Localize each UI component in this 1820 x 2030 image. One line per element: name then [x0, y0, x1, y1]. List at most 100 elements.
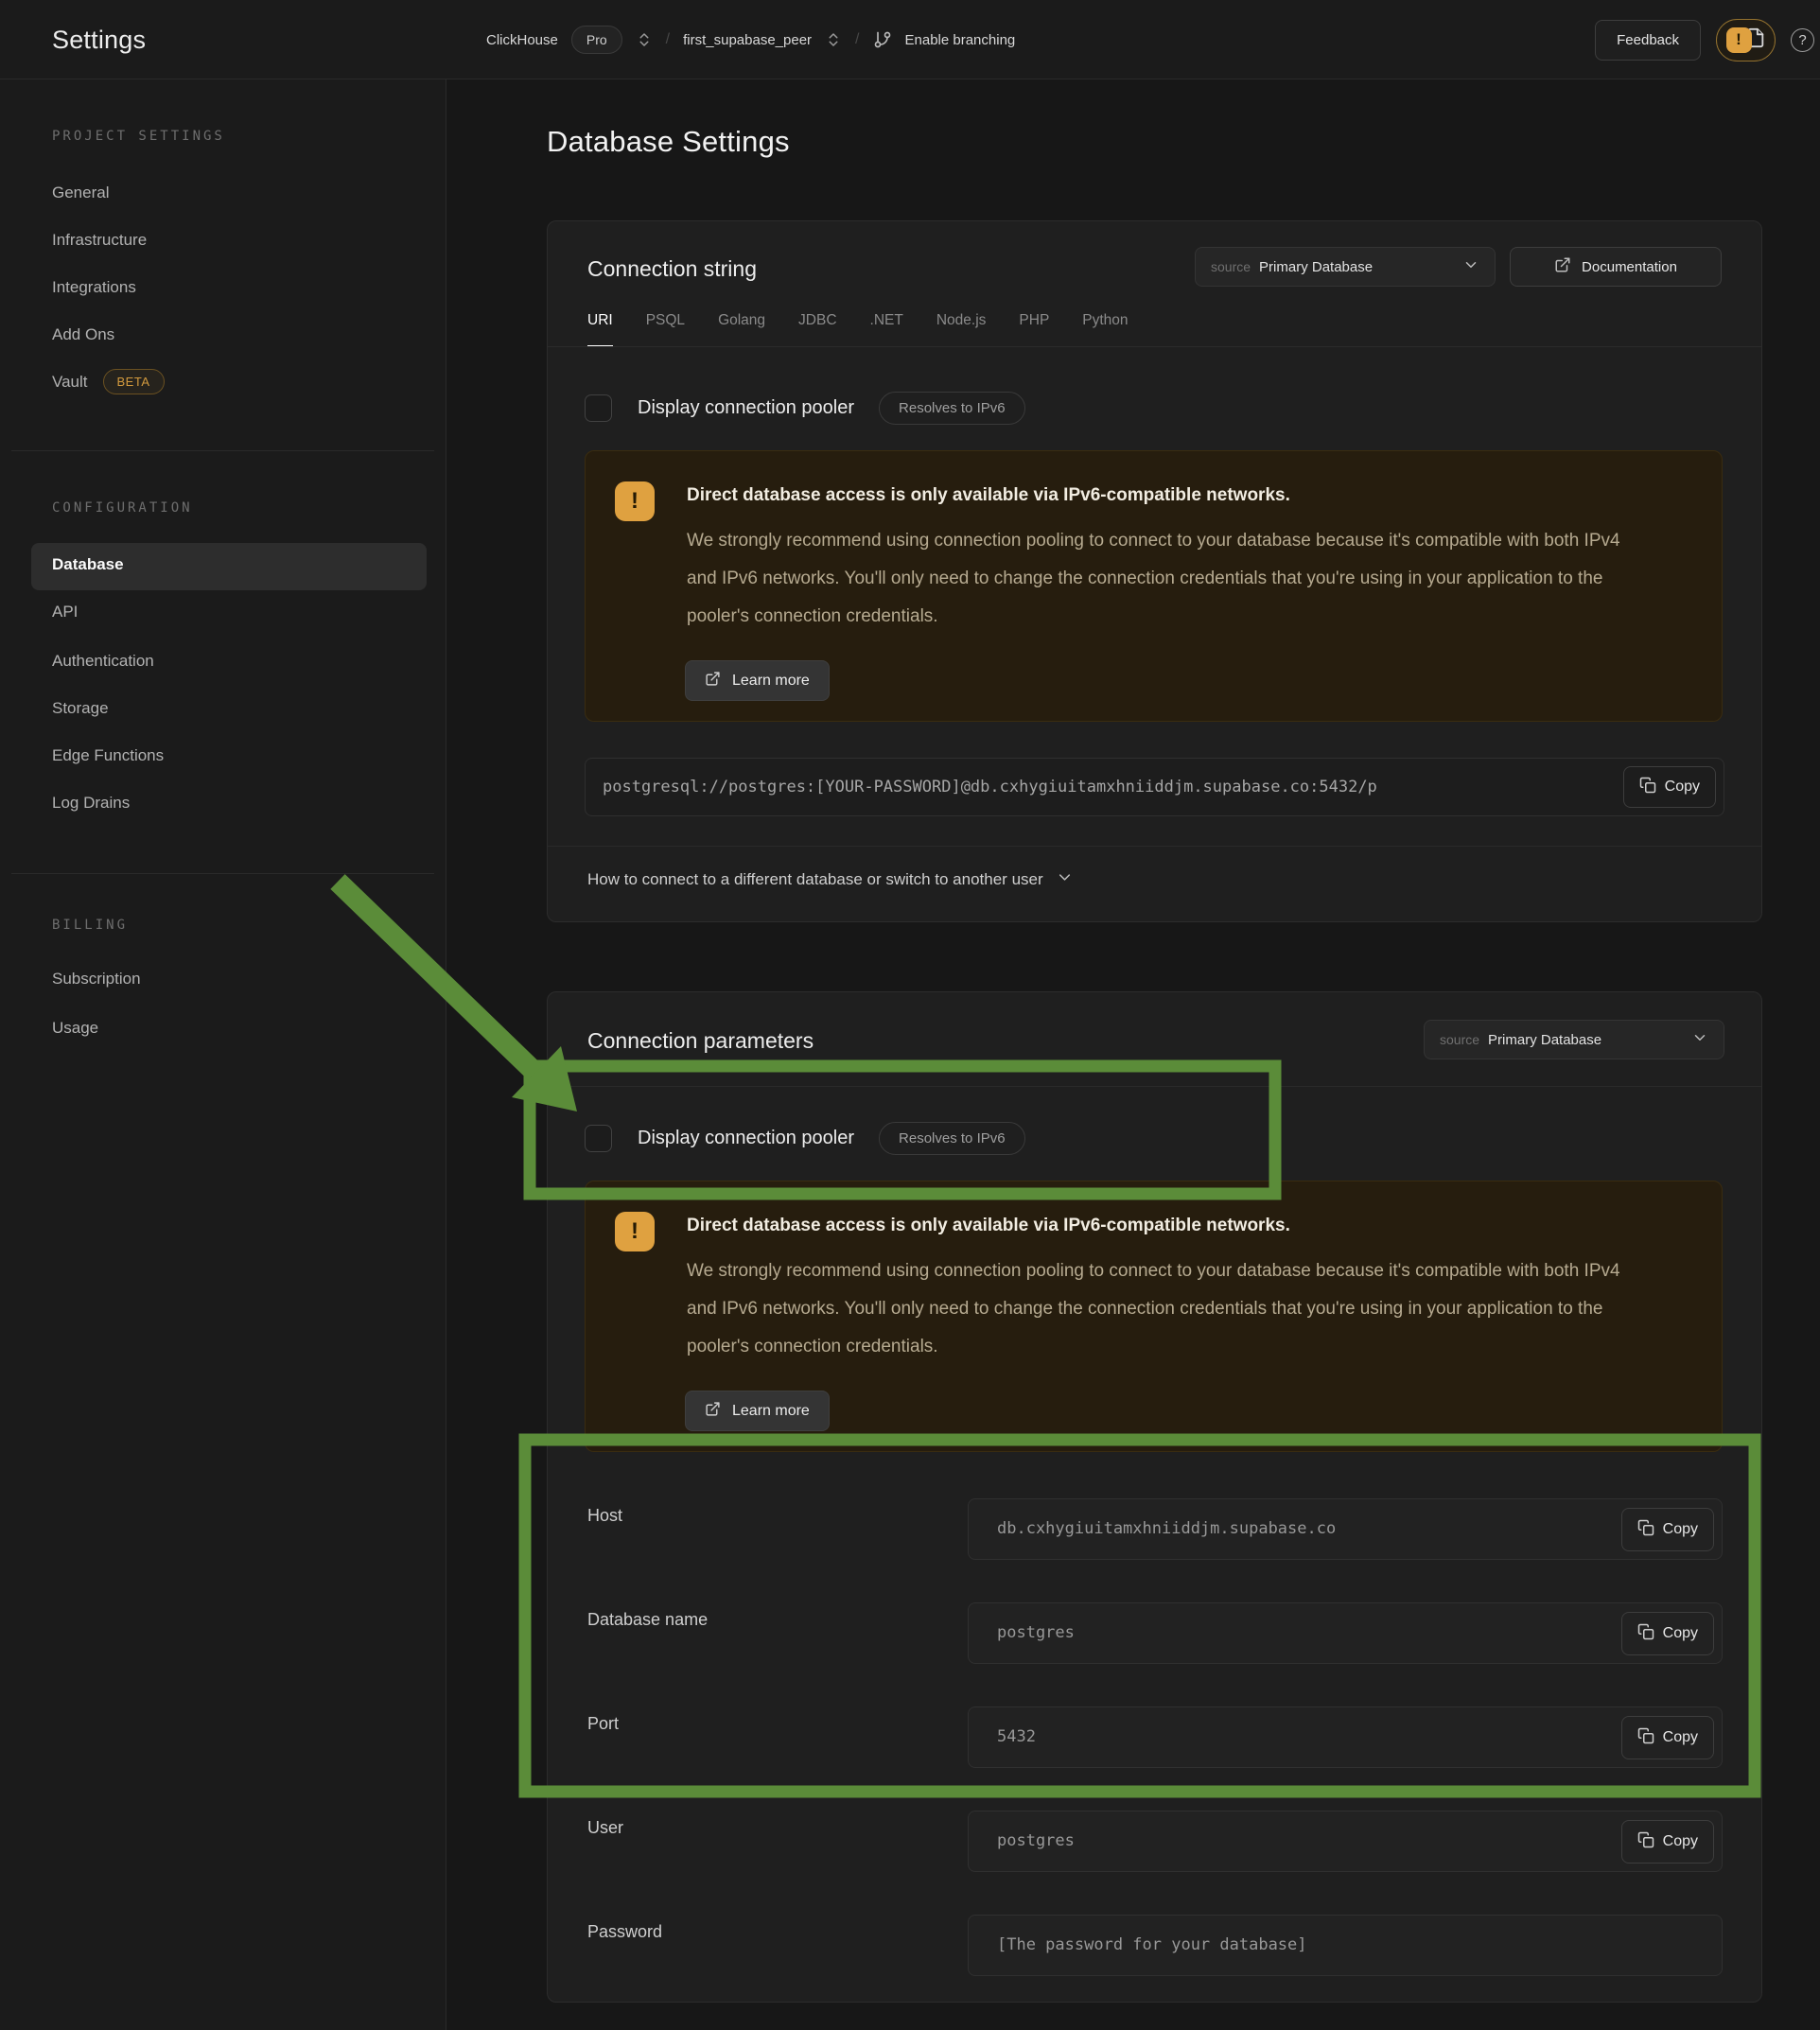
copy-database-name-button[interactable]: Copy	[1621, 1612, 1714, 1655]
connection-type-tabs: URI PSQL Golang JDBC .NET Node.js PHP Py…	[587, 312, 1129, 347]
user-input: postgres Copy	[968, 1811, 1723, 1872]
learn-more-label: Learn more	[732, 1403, 810, 1420]
copy-button-label: Copy	[1663, 1521, 1698, 1538]
documentation-button[interactable]: Documentation	[1510, 247, 1722, 287]
display-connection-pooler-checkbox[interactable]	[585, 394, 612, 422]
sidebar-item-storage[interactable]: Storage	[52, 699, 109, 718]
breadcrumb-org[interactable]: ClickHouse	[486, 32, 558, 48]
ipv6-warning-banner: ! Direct database access is only availab…	[585, 450, 1723, 722]
sidebar-item-log-drains[interactable]: Log Drains	[52, 794, 130, 813]
settings-page: Settings ClickHouse Pro / first_supabase…	[0, 0, 1820, 2030]
card-divider	[548, 346, 1761, 347]
learn-more-label: Learn more	[732, 673, 810, 690]
user-value: postgres	[997, 1811, 1589, 1871]
sidebar-item-usage[interactable]: Usage	[52, 1019, 98, 1038]
resolves-to-ipv6-badge: Resolves to IPv6	[879, 1122, 1025, 1155]
warning-alert-icon: !	[615, 1212, 655, 1251]
sidebar-item-api[interactable]: API	[52, 603, 78, 621]
main-page-title: Database Settings	[547, 125, 790, 159]
plan-badge: Pro	[571, 26, 622, 54]
sidebar: PROJECT SETTINGS General Infrastructure …	[0, 79, 446, 2030]
tab-nodejs[interactable]: Node.js	[936, 312, 987, 347]
copy-uri-button[interactable]: Copy	[1623, 766, 1716, 808]
copy-button-label: Copy	[1663, 1833, 1698, 1850]
password-value: [The password for your database]	[997, 1916, 1703, 1975]
sidebar-item-integrations[interactable]: Integrations	[52, 278, 136, 297]
display-connection-pooler-checkbox[interactable]	[585, 1125, 612, 1152]
copy-icon	[1637, 1727, 1654, 1749]
resolves-to-ipv6-badge: Resolves to IPv6	[879, 392, 1025, 425]
top-header: Settings ClickHouse Pro / first_supabase…	[0, 0, 1820, 79]
connection-string-card: Connection string source Primary Databas…	[547, 220, 1762, 922]
sidebar-item-add-ons[interactable]: Add Ons	[52, 325, 114, 344]
copy-button-label: Copy	[1663, 1625, 1698, 1642]
breadcrumb: ClickHouse Pro / first_supabase_peer / E…	[486, 0, 1015, 79]
source-select-value: Primary Database	[1488, 1032, 1683, 1048]
warning-title: Direct database access is only available…	[687, 485, 1290, 506]
tab-jdbc[interactable]: JDBC	[798, 312, 836, 347]
breadcrumb-project[interactable]: first_supabase_peer	[683, 32, 812, 48]
feedback-button[interactable]: Feedback	[1595, 20, 1701, 61]
section-project-settings: PROJECT SETTINGS	[52, 129, 225, 144]
tab-php[interactable]: PHP	[1019, 312, 1049, 347]
source-select-value: Primary Database	[1259, 259, 1454, 275]
sidebar-item-general[interactable]: General	[52, 184, 109, 202]
pooler-checkbox-row: Display connection pooler Resolves to IP…	[585, 1122, 1025, 1155]
alert-icon: !	[1726, 27, 1752, 53]
beta-badge: BETA	[103, 369, 165, 394]
port-value: 5432	[997, 1707, 1589, 1767]
database-name-input: postgres Copy	[968, 1602, 1723, 1664]
copy-icon	[1639, 777, 1656, 798]
port-input: 5432 Copy	[968, 1706, 1723, 1768]
sidebar-item-infrastructure[interactable]: Infrastructure	[52, 231, 147, 250]
warning-body: We strongly recommend using connection p…	[687, 1252, 1647, 1366]
connection-parameters-title: Connection parameters	[587, 1028, 814, 1054]
enable-branching-button[interactable]: Enable branching	[905, 32, 1016, 48]
learn-more-button[interactable]: Learn more	[685, 660, 830, 701]
chevrons-up-down-icon[interactable]	[825, 31, 842, 48]
copy-port-button[interactable]: Copy	[1621, 1716, 1714, 1759]
learn-more-button[interactable]: Learn more	[685, 1391, 830, 1431]
database-name-value: postgres	[997, 1603, 1589, 1663]
host-input: db.cxhygiuitamxhniiddjm.supabase.co Copy	[968, 1498, 1723, 1560]
card-divider	[548, 846, 1761, 847]
org-notification-chip[interactable]: !	[1716, 19, 1776, 61]
sidebar-item-authentication[interactable]: Authentication	[52, 652, 154, 671]
connection-uri-value: postgresql://postgres:[YOUR-PASSWORD]@db…	[603, 759, 1601, 815]
breadcrumb-separator: /	[666, 31, 670, 48]
tab-uri[interactable]: URI	[587, 312, 613, 347]
page-title: Settings	[52, 0, 146, 79]
tab-python[interactable]: Python	[1082, 312, 1128, 347]
sidebar-item-subscription[interactable]: Subscription	[52, 970, 141, 989]
source-select[interactable]: source Primary Database	[1424, 1020, 1724, 1059]
chevrons-up-down-icon[interactable]	[636, 31, 653, 48]
connection-string-title: Connection string	[587, 256, 757, 282]
copy-icon	[1637, 1623, 1654, 1645]
sidebar-item-vault-label: Vault	[52, 373, 88, 392]
connect-help-expander[interactable]: How to connect to a different database o…	[587, 868, 1074, 891]
password-label: Password	[587, 1922, 662, 1942]
tab-golang[interactable]: Golang	[718, 312, 765, 347]
copy-host-button[interactable]: Copy	[1621, 1508, 1714, 1551]
chevron-down-icon	[1462, 256, 1479, 278]
user-label: User	[587, 1818, 623, 1838]
card-divider	[548, 1086, 1761, 1087]
sidebar-item-edge-functions[interactable]: Edge Functions	[52, 746, 164, 765]
database-name-label: Database name	[587, 1610, 708, 1630]
chevron-down-icon	[1691, 1029, 1708, 1051]
help-icon[interactable]: ?	[1791, 28, 1814, 52]
warning-alert-icon: !	[615, 481, 655, 521]
ipv6-warning-banner: ! Direct database access is only availab…	[585, 1181, 1723, 1452]
source-select-label: source	[1440, 1032, 1479, 1047]
copy-user-button[interactable]: Copy	[1621, 1820, 1714, 1864]
source-select-label: source	[1211, 259, 1251, 274]
sidebar-item-vault[interactable]: Vault BETA	[52, 369, 165, 394]
host-label: Host	[587, 1506, 622, 1526]
sidebar-item-database[interactable]: Database	[52, 555, 124, 574]
external-link-icon	[705, 671, 721, 691]
tab-psql[interactable]: PSQL	[646, 312, 685, 347]
copy-button-label: Copy	[1665, 779, 1700, 796]
tab-dotnet[interactable]: .NET	[870, 312, 903, 347]
breadcrumb-separator: /	[855, 31, 859, 48]
source-select[interactable]: source Primary Database	[1195, 247, 1496, 287]
